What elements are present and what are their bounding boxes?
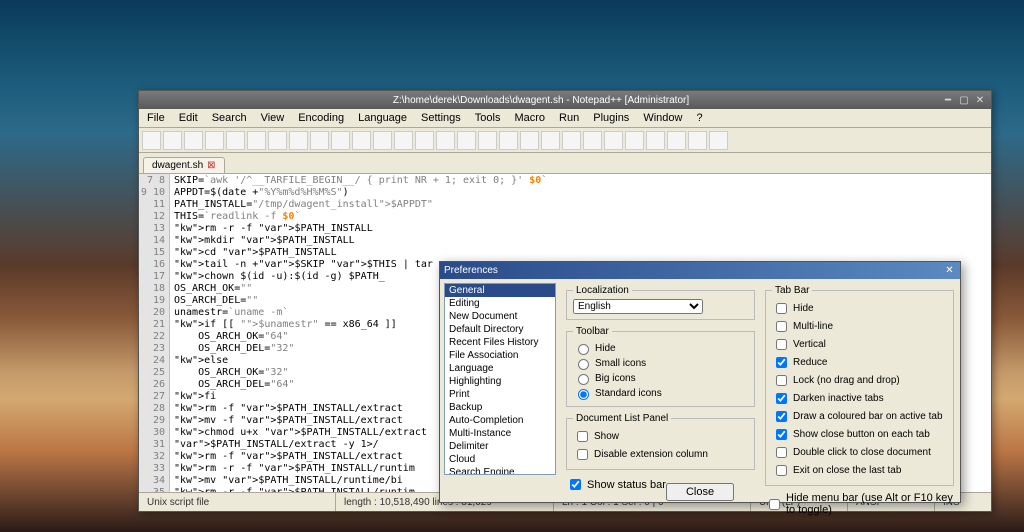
menu-[interactable]: ? (690, 111, 708, 125)
menu-search[interactable]: Search (206, 111, 253, 125)
toolbar-hide-radio[interactable] (578, 344, 589, 355)
undo-icon[interactable] (352, 131, 371, 150)
zoom-out-icon[interactable] (457, 131, 476, 150)
category-new-document[interactable]: New Document (445, 310, 555, 323)
category-auto-completion[interactable]: Auto-Completion (445, 414, 555, 427)
tab-closebtn-check[interactable] (776, 429, 787, 440)
find-icon[interactable] (394, 131, 413, 150)
document-tabs: dwagent.sh ⊠ (139, 153, 991, 174)
category-recent-files-history[interactable]: Recent Files History (445, 336, 555, 349)
doclist-group: Document List Panel Show Disable extensi… (566, 413, 755, 470)
zoom-in-icon[interactable] (436, 131, 455, 150)
indent-guide-icon[interactable] (562, 131, 581, 150)
maximize-icon[interactable]: ▢ (957, 93, 971, 107)
localization-select[interactable]: English (573, 299, 703, 314)
tab-darken-check[interactable] (776, 393, 787, 404)
desktop-wallpaper: { "window": { "title": "Z:\\home\\derek\… (0, 0, 1024, 532)
sync-h-icon[interactable] (499, 131, 518, 150)
notepadpp-window: Z:\home\derek\Downloads\dwagent.sh - Not… (138, 90, 992, 512)
preferences-dialog: Preferences ✕ GeneralEditingNew Document… (439, 261, 961, 503)
dialog-title: Preferences (444, 265, 498, 276)
tab-multiline-check[interactable] (776, 321, 787, 332)
minimize-icon[interactable]: ━ (941, 93, 955, 107)
play-icon[interactable] (709, 131, 728, 150)
menu-language[interactable]: Language (352, 111, 413, 125)
line-number-gutter: 7 8 9 10 11 12 13 14 15 16 17 18 19 20 2… (139, 174, 170, 492)
print-icon[interactable] (268, 131, 287, 150)
tab-label: dwagent.sh (152, 160, 203, 171)
new-file-icon[interactable] (142, 131, 161, 150)
category-print[interactable]: Print (445, 388, 555, 401)
close-all-icon[interactable] (247, 131, 266, 150)
category-backup[interactable]: Backup (445, 401, 555, 414)
cut-icon[interactable] (289, 131, 308, 150)
toolbar-big-radio[interactable] (578, 374, 589, 385)
tab-exitlast-check[interactable] (776, 465, 787, 476)
tab-vertical-check[interactable] (776, 339, 787, 350)
monitor-icon[interactable] (667, 131, 686, 150)
doc-map-icon[interactable] (604, 131, 623, 150)
tabbar-group: Tab Bar Hide Multi-line Vertical Reduce … (765, 285, 954, 486)
tab-close-icon[interactable]: ⊠ (207, 160, 215, 171)
toolbar-standard-radio[interactable] (578, 389, 589, 400)
close-icon[interactable]: ✕ (973, 93, 987, 107)
menu-encoding[interactable]: Encoding (292, 111, 350, 125)
tab-colorbar-check[interactable] (776, 411, 787, 422)
save-icon[interactable] (184, 131, 203, 150)
category-editing[interactable]: Editing (445, 297, 555, 310)
localization-group: Localization English (566, 285, 755, 320)
show-all-icon[interactable] (541, 131, 560, 150)
redo-icon[interactable] (373, 131, 392, 150)
record-icon[interactable] (688, 131, 707, 150)
menu-settings[interactable]: Settings (415, 111, 467, 125)
category-cloud[interactable]: Cloud (445, 453, 555, 466)
category-file-association[interactable]: File Association (445, 349, 555, 362)
menu-macro[interactable]: Macro (508, 111, 551, 125)
window-title: Z:\home\derek\Downloads\dwagent.sh - Not… (143, 95, 939, 106)
category-general[interactable]: General (445, 284, 555, 297)
menu-plugins[interactable]: Plugins (587, 111, 635, 125)
doclist-show-check[interactable] (577, 431, 588, 442)
category-list[interactable]: GeneralEditingNew DocumentDefault Direct… (444, 283, 556, 475)
func-list-icon[interactable] (625, 131, 644, 150)
category-multi-instance[interactable]: Multi-Instance (445, 427, 555, 440)
tab-hide-check[interactable] (776, 303, 787, 314)
wordwrap-icon[interactable] (520, 131, 539, 150)
menu-tools[interactable]: Tools (469, 111, 507, 125)
menu-view[interactable]: View (255, 111, 291, 125)
menu-edit[interactable]: Edit (173, 111, 204, 125)
toolbar (139, 128, 991, 153)
menu-file[interactable]: File (141, 111, 171, 125)
open-icon[interactable] (163, 131, 182, 150)
udl-icon[interactable] (583, 131, 602, 150)
toolbar-group: Toolbar Hide Small icons Big icons Stand… (566, 326, 755, 407)
tab-dwagent[interactable]: dwagent.sh ⊠ (143, 157, 225, 173)
status-filetype: Unix script file (139, 493, 336, 511)
dialog-titlebar[interactable]: Preferences ✕ (440, 262, 960, 279)
toolbar-small-radio[interactable] (578, 359, 589, 370)
tab-reduce-check[interactable] (776, 357, 787, 368)
category-search-engine[interactable]: Search Engine (445, 466, 555, 475)
category-highlighting[interactable]: Highlighting (445, 375, 555, 388)
dialog-close-icon[interactable]: ✕ (943, 265, 956, 276)
menu-bar: FileEditSearchViewEncodingLanguageSettin… (139, 109, 991, 128)
save-all-icon[interactable] (205, 131, 224, 150)
category-default-directory[interactable]: Default Directory (445, 323, 555, 336)
sync-v-icon[interactable] (478, 131, 497, 150)
tab-lock-check[interactable] (776, 375, 787, 386)
titlebar[interactable]: Z:\home\derek\Downloads\dwagent.sh - Not… (139, 91, 991, 109)
menu-run[interactable]: Run (553, 111, 585, 125)
category-delimiter[interactable]: Delimiter (445, 440, 555, 453)
tab-dblclick-check[interactable] (776, 447, 787, 458)
doclist-disableext-check[interactable] (577, 449, 588, 460)
category-language[interactable]: Language (445, 362, 555, 375)
show-statusbar-check[interactable] (570, 479, 581, 490)
paste-icon[interactable] (331, 131, 350, 150)
hide-menubar-check[interactable] (769, 499, 780, 510)
menu-window[interactable]: Window (637, 111, 688, 125)
copy-icon[interactable] (310, 131, 329, 150)
folder-icon[interactable] (646, 131, 665, 150)
replace-icon[interactable] (415, 131, 434, 150)
close-icon[interactable] (226, 131, 245, 150)
